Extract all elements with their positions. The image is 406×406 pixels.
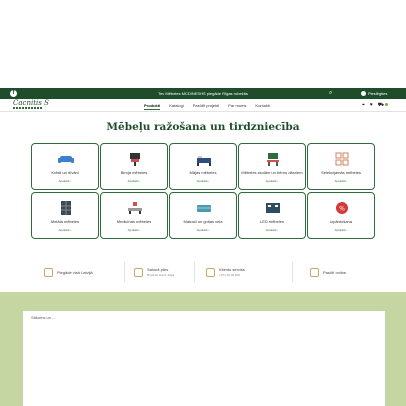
category-card[interactable]: Krēsli un dīvāni Apskatīt › (31, 143, 99, 190)
school-desk-icon (265, 152, 281, 166)
nav-item-produkti[interactable]: Produkti (144, 102, 161, 110)
category-more-link[interactable]: Apskatīt › (170, 228, 236, 232)
mattress-icon (196, 201, 212, 215)
logo[interactable]: Cacnitis S (13, 100, 49, 107)
top-bar: f Tev Mēbeles MCDINESHS piegāde Rīgas ro… (0, 88, 406, 99)
panel-text: Sākums un ... (31, 315, 56, 320)
heart-icon[interactable]: ♥ (370, 102, 373, 109)
feature-title: Pasūtī online (323, 269, 347, 275)
category-label: Biroja mēbeles (120, 170, 148, 175)
category-more-link[interactable]: Apskatīt › (101, 228, 167, 232)
category-label: Mēbeles skolām un bērnu dārziem (241, 170, 303, 175)
delivery-icon (44, 267, 53, 277)
category-card[interactable]: Selekcijamās mēbeles Apskatīt › (307, 143, 375, 190)
feature-title: Salonā pārs (147, 267, 169, 272)
cart-icon[interactable]: ⛟ (378, 102, 389, 109)
category-card[interactable]: Biroja mēbeles Apskatīt › (100, 143, 168, 190)
category-card[interactable]: Mēbeles skolām un bērnu dārziem Apskatīt … (238, 143, 306, 190)
category-label: Selekcijamās mēbeles (321, 170, 361, 175)
feature-item: Klientu serviss +371 00 00 000 (206, 262, 245, 282)
led-icon (265, 201, 281, 215)
category-more-link[interactable]: Apskatīt › (32, 228, 98, 232)
login-link[interactable]: Pieslēgties (361, 90, 387, 97)
user-icon (361, 91, 366, 96)
main-nav: Produkti Katalogi Pasūtīt projekti Par m… (144, 102, 270, 110)
nav-item-par-mums[interactable]: Par mums (228, 102, 246, 110)
logo-decoration (13, 107, 43, 109)
phone-icon (310, 267, 319, 277)
category-label: Izpārdošana (329, 219, 352, 224)
category-label: Medicīnas mēbeles (116, 219, 152, 224)
category-card[interactable]: Mājas mēbeles Apskatīt › (169, 143, 237, 190)
office-chair-icon (127, 152, 143, 166)
login-label: Pieslēgties (368, 91, 388, 96)
feature-subtitle: Brīvības iela 5, Rīgā (147, 273, 175, 277)
svg-text:%: % (339, 206, 345, 213)
feature-subtitle: +371 00 00 000 (219, 273, 240, 277)
feature-item: Piegāde visā Latvijā (44, 262, 93, 282)
category-card[interactable]: Metāla mēbeles Apskatīt › (31, 192, 99, 239)
search-icon[interactable]: ⌕ (329, 90, 332, 97)
medical-bed-icon (127, 201, 143, 215)
feature-item: Pasūtī online (310, 262, 346, 282)
nav-item-katalogi[interactable]: Katalogi (169, 102, 183, 110)
location-icon[interactable]: ⌖ (362, 102, 365, 109)
category-card[interactable]: LED mēbeles Apskatīt › (238, 192, 306, 239)
category-more-link[interactable]: Apskatīt › (239, 179, 305, 183)
category-more-link[interactable]: Apskatīt › (32, 179, 98, 183)
category-more-link[interactable]: Apskatīt › (308, 228, 374, 232)
feature-title: Klientu serviss (219, 267, 245, 272)
feature-item: Salonā pārs Brīvības iela 5, Rīgā (134, 262, 174, 282)
feature-divider (194, 262, 195, 282)
category-more-link[interactable]: Apskatīt › (101, 179, 167, 183)
metal-cabinet-icon (58, 201, 74, 215)
main-header: Cacnitis S Produkti Katalogi Pasūtīt pro… (0, 99, 406, 112)
page-title: Mēbeļu ražošana un tirdzniecība (106, 121, 300, 133)
category-label: LED mēbeles (259, 219, 284, 224)
content-panel: Sākums un ... (23, 311, 385, 406)
feature-divider (292, 262, 293, 282)
nav-item-kontakti[interactable]: Kontakti (255, 102, 269, 110)
feature-title: Piegāde visā Latvijā (57, 269, 93, 275)
category-more-link[interactable]: Apskatīt › (239, 228, 305, 232)
sale-icon: % (334, 201, 350, 215)
category-more-link[interactable]: Apskatīt › (308, 179, 374, 183)
category-card[interactable]: Matrači un gultas veļa Apskatīt › (169, 192, 237, 239)
category-label: Metāla mēbeles (50, 219, 80, 224)
sofa-icon (58, 152, 74, 166)
category-label: Mājas mēbeles (189, 170, 217, 175)
category-card[interactable]: Medicīnas mēbeles Apskatīt › (100, 192, 168, 239)
category-more-link[interactable]: Apskatīt › (170, 179, 236, 183)
promo-text: Tev Mēbeles MCDINESHS piegāde Rīgas robe… (158, 91, 248, 96)
header-icons: ⌖ ♥ ⛟ (362, 102, 389, 109)
bed-icon (196, 152, 212, 166)
features-strip: Piegāde visā Latvijā Salonā pārs Brīvība… (36, 262, 376, 282)
service-icon (206, 267, 215, 277)
category-label: Matrači un gultas veļa (183, 219, 223, 224)
feature-divider (124, 262, 125, 282)
store-icon (134, 267, 143, 277)
category-card[interactable]: % Izpārdošana Apskatīt › (307, 192, 375, 239)
modules-icon (334, 152, 350, 166)
nav-item-pasutit[interactable]: Pasūtīt projekti (193, 102, 219, 110)
category-label: Krēsli un dīvāni (51, 170, 79, 175)
